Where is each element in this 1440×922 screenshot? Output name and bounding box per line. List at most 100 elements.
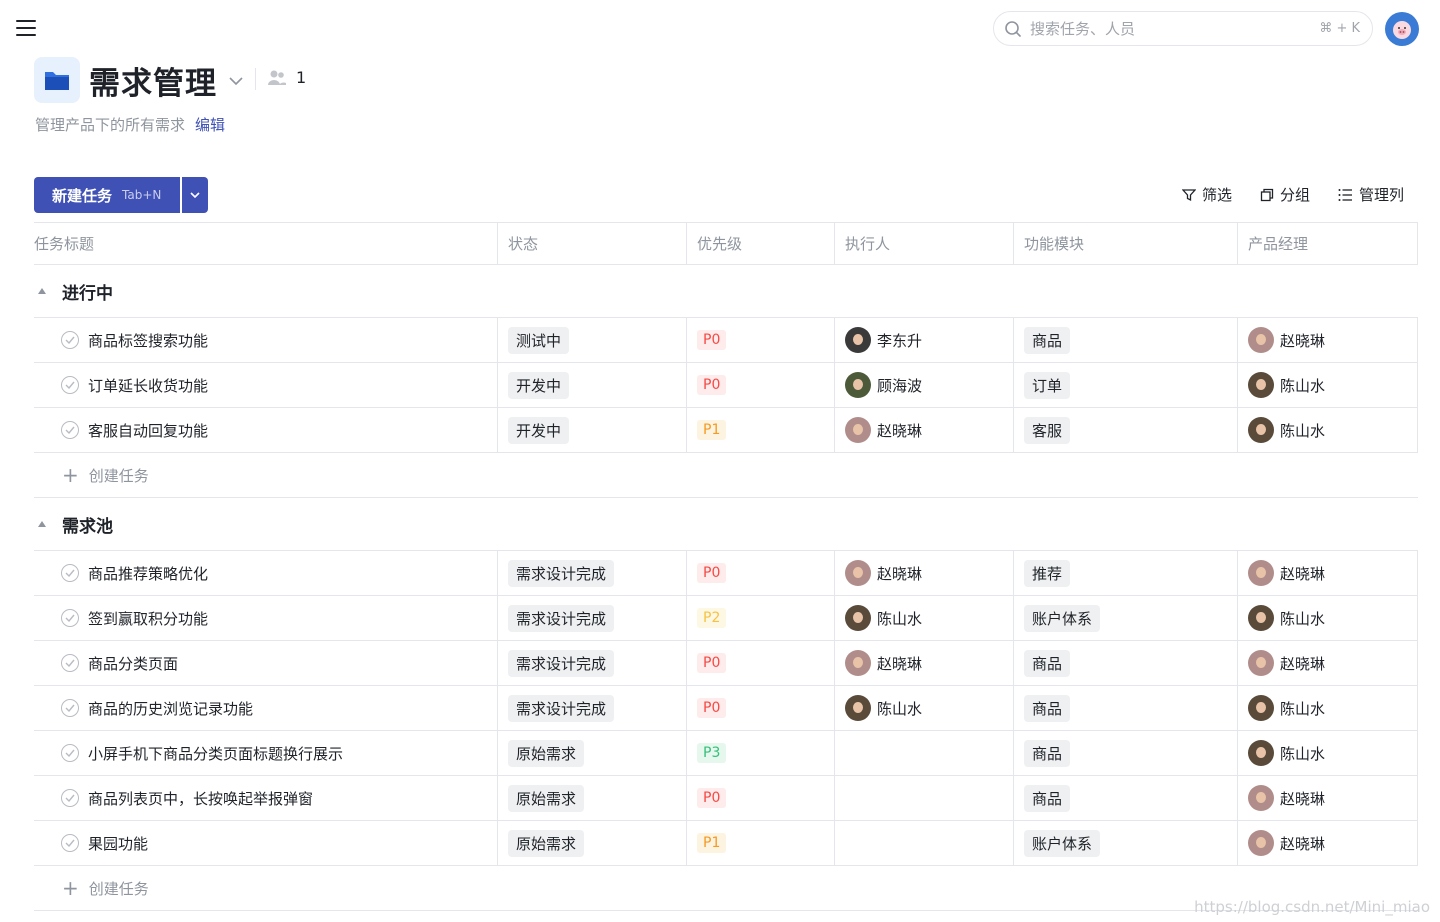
pm-cell[interactable]: 赵晓琳 xyxy=(1238,318,1418,362)
pm-cell[interactable]: 赵晓琳 xyxy=(1238,821,1418,865)
status-badge[interactable]: 需求设计完成 xyxy=(508,649,615,677)
status-cell[interactable]: 原始需求 xyxy=(498,821,687,865)
table-row[interactable]: 商品分类页面 需求设计完成 P0 赵晓琳 商品 赵晓琳 xyxy=(34,641,1418,686)
module-badge[interactable]: 推荐 xyxy=(1024,559,1071,587)
complete-check-icon[interactable] xyxy=(61,564,79,582)
status-badge[interactable]: 需求设计完成 xyxy=(508,694,615,722)
module-badge[interactable]: 商品 xyxy=(1024,694,1071,722)
pm-cell[interactable]: 赵晓琳 xyxy=(1238,641,1418,685)
priority-cell[interactable]: P0 xyxy=(687,776,835,820)
task-title[interactable]: 果园功能 xyxy=(88,833,148,854)
status-cell[interactable]: 需求设计完成 xyxy=(498,641,687,685)
column-header-status[interactable]: 状态 xyxy=(498,223,687,264)
pm-cell[interactable]: 陈山水 xyxy=(1238,686,1418,730)
module-cell[interactable]: 商品 xyxy=(1014,641,1238,685)
task-title-cell[interactable]: 商品列表页中，长按唤起举报弹窗 xyxy=(34,776,498,820)
task-title-cell[interactable]: 商品推荐策略优化 xyxy=(34,551,498,595)
complete-check-icon[interactable] xyxy=(61,744,79,762)
manage-columns-button[interactable]: 管理列 xyxy=(1338,184,1404,205)
status-badge[interactable]: 测试中 xyxy=(508,326,570,354)
search-box[interactable]: ⌘ + K xyxy=(993,11,1373,46)
priority-cell[interactable]: P0 xyxy=(687,551,835,595)
assignee-cell[interactable]: 赵晓琳 xyxy=(835,551,1014,595)
chevron-down-icon[interactable] xyxy=(226,71,246,91)
task-title[interactable]: 小屏手机下商品分类页面标题换行展示 xyxy=(88,743,343,764)
assignee-cell[interactable]: 李东升 xyxy=(835,318,1014,362)
pm[interactable]: 赵晓琳 xyxy=(1248,830,1325,856)
priority-cell[interactable]: P0 xyxy=(687,641,835,685)
priority-badge[interactable]: P0 xyxy=(697,788,727,808)
module-badge[interactable]: 商品 xyxy=(1024,784,1071,812)
assignee-cell[interactable]: 陈山水 xyxy=(835,686,1014,730)
pm-cell[interactable]: 陈山水 xyxy=(1238,363,1418,407)
table-row[interactable]: 果园功能 原始需求 P1 账户体系 赵晓琳 xyxy=(34,821,1418,866)
new-task-button[interactable]: 新建任务 Tab+N xyxy=(34,177,180,213)
status-cell[interactable]: 原始需求 xyxy=(498,731,687,775)
menu-icon[interactable] xyxy=(16,18,36,38)
priority-cell[interactable]: P0 xyxy=(687,686,835,730)
priority-cell[interactable]: P0 xyxy=(687,363,835,407)
priority-badge[interactable]: P0 xyxy=(697,375,727,395)
assignee[interactable]: 陈山水 xyxy=(845,695,922,721)
priority-cell[interactable]: P0 xyxy=(687,318,835,362)
module-badge[interactable]: 账户体系 xyxy=(1024,829,1101,857)
table-row[interactable]: 商品列表页中，长按唤起举报弹窗 原始需求 P0 商品 赵晓琳 xyxy=(34,776,1418,821)
module-badge[interactable]: 商品 xyxy=(1024,739,1071,767)
task-title[interactable]: 商品标签搜索功能 xyxy=(88,330,208,351)
collapse-caret-icon[interactable] xyxy=(38,288,46,294)
task-title[interactable]: 商品分类页面 xyxy=(88,653,178,674)
module-badge[interactable]: 商品 xyxy=(1024,326,1071,354)
module-badge[interactable]: 客服 xyxy=(1024,416,1071,444)
column-header-module[interactable]: 功能模块 xyxy=(1014,223,1238,264)
pm[interactable]: 陈山水 xyxy=(1248,372,1325,398)
table-row[interactable]: 订单延长收货功能 开发中 P0 顾海波 订单 陈山水 xyxy=(34,363,1418,408)
pm-cell[interactable]: 陈山水 xyxy=(1238,596,1418,640)
new-task-dropdown-button[interactable] xyxy=(182,177,208,213)
module-cell[interactable]: 订单 xyxy=(1014,363,1238,407)
column-header-priority[interactable]: 优先级 xyxy=(687,223,835,264)
status-badge[interactable]: 原始需求 xyxy=(508,784,585,812)
complete-check-icon[interactable] xyxy=(61,421,79,439)
priority-cell[interactable]: P1 xyxy=(687,821,835,865)
task-title[interactable]: 商品列表页中，长按唤起举报弹窗 xyxy=(88,788,313,809)
task-title-cell[interactable]: 商品的历史浏览记录功能 xyxy=(34,686,498,730)
task-title-cell[interactable]: 商品分类页面 xyxy=(34,641,498,685)
table-row[interactable]: 小屏手机下商品分类页面标题换行展示 原始需求 P3 商品 陈山水 xyxy=(34,731,1418,776)
task-title[interactable]: 订单延长收货功能 xyxy=(88,375,208,396)
task-title-cell[interactable]: 订单延长收货功能 xyxy=(34,363,498,407)
status-cell[interactable]: 需求设计完成 xyxy=(498,551,687,595)
task-title-cell[interactable]: 客服自动回复功能 xyxy=(34,408,498,452)
table-row[interactable]: 商品推荐策略优化 需求设计完成 P0 赵晓琳 推荐 赵晓琳 xyxy=(34,551,1418,596)
module-badge[interactable]: 商品 xyxy=(1024,649,1071,677)
status-badge[interactable]: 开发中 xyxy=(508,371,570,399)
table-row[interactable]: 签到赢取积分功能 需求设计完成 P2 陈山水 账户体系 陈山水 xyxy=(34,596,1418,641)
task-title[interactable]: 签到赢取积分功能 xyxy=(88,608,208,629)
complete-check-icon[interactable] xyxy=(61,609,79,627)
pm[interactable]: 陈山水 xyxy=(1248,417,1325,443)
collapse-caret-icon[interactable] xyxy=(38,521,46,527)
filter-button[interactable]: 筛选 xyxy=(1181,184,1232,205)
status-cell[interactable]: 需求设计完成 xyxy=(498,596,687,640)
group-header[interactable]: 需求池 xyxy=(34,498,1418,551)
status-cell[interactable]: 开发中 xyxy=(498,363,687,407)
status-cell[interactable]: 原始需求 xyxy=(498,776,687,820)
task-title[interactable]: 客服自动回复功能 xyxy=(88,420,208,441)
group-header[interactable]: 进行中 xyxy=(34,265,1418,318)
column-header-pm[interactable]: 产品经理 xyxy=(1238,223,1418,264)
assignee[interactable]: 陈山水 xyxy=(845,605,922,631)
module-cell[interactable]: 账户体系 xyxy=(1014,596,1238,640)
pm[interactable]: 陈山水 xyxy=(1248,695,1325,721)
pm-cell[interactable]: 赵晓琳 xyxy=(1238,776,1418,820)
assignee[interactable]: 赵晓琳 xyxy=(845,650,922,676)
priority-cell[interactable]: P2 xyxy=(687,596,835,640)
pm-cell[interactable]: 赵晓琳 xyxy=(1238,551,1418,595)
complete-check-icon[interactable] xyxy=(61,789,79,807)
assignee-cell[interactable] xyxy=(835,731,1014,775)
complete-check-icon[interactable] xyxy=(61,699,79,717)
complete-check-icon[interactable] xyxy=(61,331,79,349)
priority-badge[interactable]: P0 xyxy=(697,330,727,350)
priority-badge[interactable]: P3 xyxy=(697,743,727,763)
table-row[interactable]: 商品的历史浏览记录功能 需求设计完成 P0 陈山水 商品 陈山水 xyxy=(34,686,1418,731)
priority-badge[interactable]: P0 xyxy=(697,563,727,583)
pm-cell[interactable]: 陈山水 xyxy=(1238,731,1418,775)
